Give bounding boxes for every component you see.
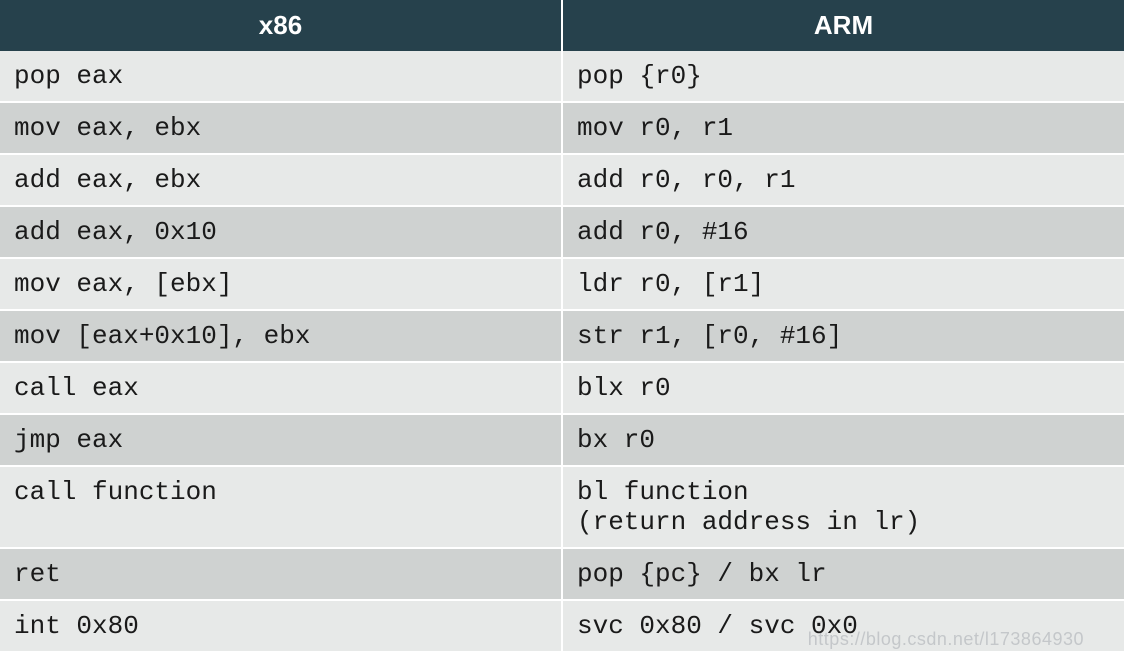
- table-row: mov [eax+0x10], ebx str r1, [r0, #16]: [0, 310, 1124, 362]
- table-row: ret pop {pc} / bx lr: [0, 548, 1124, 600]
- cell-x86: mov eax, [ebx]: [0, 258, 562, 310]
- cell-arm: mov r0, r1: [562, 102, 1124, 154]
- cell-x86: mov eax, ebx: [0, 102, 562, 154]
- table-row: mov eax, ebx mov r0, r1: [0, 102, 1124, 154]
- instruction-comparison-table: x86 ARM pop eax pop {r0} mov eax, ebx mo…: [0, 0, 1124, 653]
- cell-x86: call function: [0, 466, 562, 548]
- cell-arm: add r0, r0, r1: [562, 154, 1124, 206]
- cell-arm: bl function (return address in lr): [562, 466, 1124, 548]
- table-row: call eax blx r0: [0, 362, 1124, 414]
- column-header-arm: ARM: [562, 0, 1124, 51]
- cell-x86: call eax: [0, 362, 562, 414]
- table-row: int 0x80 svc 0x80 / svc 0x0: [0, 600, 1124, 652]
- table-row: jmp eax bx r0: [0, 414, 1124, 466]
- table-header-row: x86 ARM: [0, 0, 1124, 51]
- column-header-x86: x86: [0, 0, 562, 51]
- cell-arm: pop {r0}: [562, 51, 1124, 102]
- cell-x86: add eax, ebx: [0, 154, 562, 206]
- table-row: pop eax pop {r0}: [0, 51, 1124, 102]
- cell-x86: ret: [0, 548, 562, 600]
- table-row: add eax, 0x10 add r0, #16: [0, 206, 1124, 258]
- cell-x86: int 0x80: [0, 600, 562, 652]
- cell-arm: str r1, [r0, #16]: [562, 310, 1124, 362]
- table-row: call function bl function (return addres…: [0, 466, 1124, 548]
- table-row: mov eax, [ebx] ldr r0, [r1]: [0, 258, 1124, 310]
- cell-arm: bx r0: [562, 414, 1124, 466]
- cell-arm: pop {pc} / bx lr: [562, 548, 1124, 600]
- table-row: add eax, ebx add r0, r0, r1: [0, 154, 1124, 206]
- cell-x86: jmp eax: [0, 414, 562, 466]
- cell-x86: mov [eax+0x10], ebx: [0, 310, 562, 362]
- cell-x86: add eax, 0x10: [0, 206, 562, 258]
- comparison-table-container: x86 ARM pop eax pop {r0} mov eax, ebx mo…: [0, 0, 1124, 664]
- cell-arm: add r0, #16: [562, 206, 1124, 258]
- cell-x86: pop eax: [0, 51, 562, 102]
- cell-arm: blx r0: [562, 362, 1124, 414]
- cell-arm: ldr r0, [r1]: [562, 258, 1124, 310]
- cell-arm: svc 0x80 / svc 0x0: [562, 600, 1124, 652]
